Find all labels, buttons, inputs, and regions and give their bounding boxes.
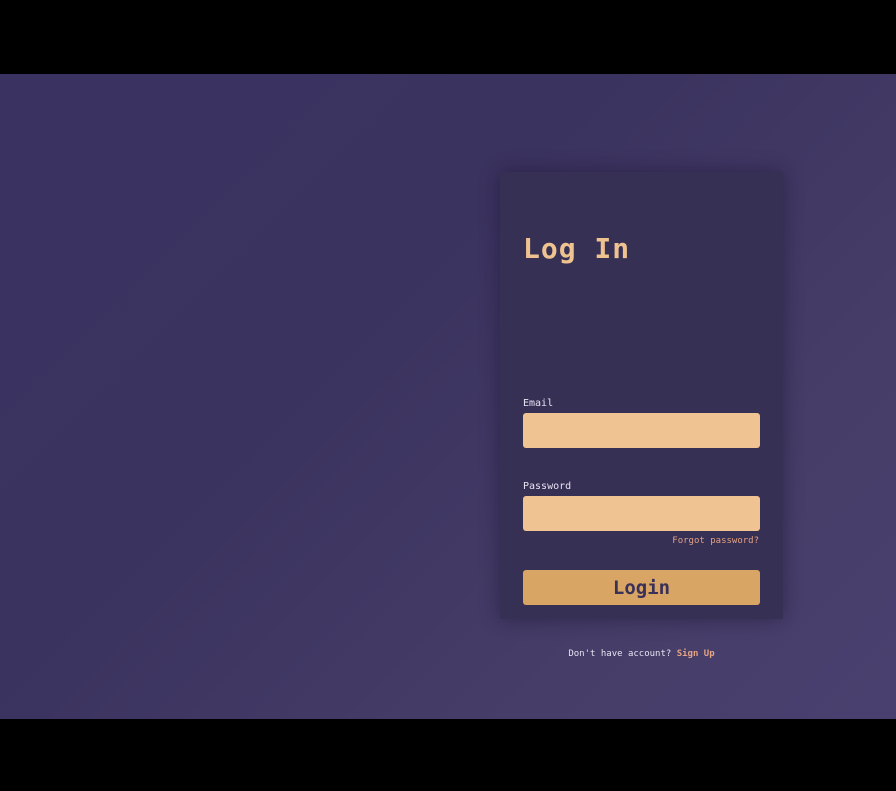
signup-prompt: Don't have account? [568,649,672,659]
welcome-heading: Wel come [56,134,396,374]
login-card: Log In Email Password Forgot password? L… [500,172,783,659]
signup-link[interactable]: Sign Up [677,649,715,659]
welcome-line-2: come [56,275,323,397]
password-label: Password [523,481,572,492]
email-label: Email [523,398,554,409]
email-field[interactable] [523,413,760,448]
password-field[interactable] [523,496,760,531]
welcome-line-1: Wel [56,125,267,253]
forgot-password-link[interactable]: Forgot password? [672,536,759,546]
login-page: Wel come Log In Email Password Forgot pa… [0,74,896,719]
login-button[interactable]: Login [523,570,760,605]
login-title: Log In [523,232,631,265]
signup-row: Don't have account? Sign Up [500,649,783,659]
